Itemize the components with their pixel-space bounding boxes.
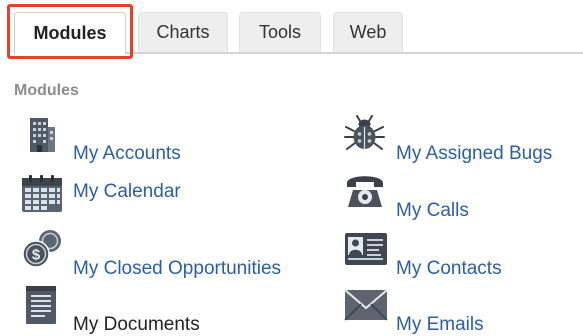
- module-my-contacts[interactable]: My Contacts: [344, 228, 524, 282]
- module-my-calendar[interactable]: My Calendar: [20, 172, 200, 218]
- tab-charts[interactable]: Charts: [138, 12, 228, 52]
- envelope-icon: [344, 288, 388, 327]
- module-label-my-accounts[interactable]: My Accounts: [73, 143, 181, 165]
- module-my-documents[interactable]: My Documents: [22, 284, 222, 336]
- coins-icon: $: [20, 228, 66, 275]
- module-my-assigned-bugs[interactable]: My Assigned Bugs: [344, 115, 574, 165]
- module-label-my-emails[interactable]: My Emails: [396, 314, 484, 336]
- calendar-icon: [20, 174, 64, 219]
- module-my-accounts[interactable]: My Accounts: [22, 115, 202, 165]
- phone-icon: [344, 170, 386, 215]
- bug-icon: [344, 115, 386, 160]
- module-my-calls[interactable]: My Calls: [344, 170, 504, 226]
- svg-text:$: $: [32, 247, 41, 264]
- document-icon: [22, 284, 62, 331]
- module-label-my-closed-opportunities[interactable]: My Closed Opportunities: [73, 258, 281, 280]
- tab-modules[interactable]: Modules: [14, 12, 126, 54]
- building-icon: [22, 115, 62, 160]
- module-label-my-calls[interactable]: My Calls: [396, 200, 469, 222]
- contact-card-icon: [344, 230, 388, 273]
- module-label-my-contacts[interactable]: My Contacts: [396, 258, 502, 280]
- module-label-my-calendar[interactable]: My Calendar: [73, 181, 181, 203]
- section-label: Modules: [14, 82, 79, 99]
- tab-bar: Modules Charts Tools Web: [0, 0, 583, 60]
- tab-tools[interactable]: Tools: [239, 12, 321, 52]
- tab-web[interactable]: Web: [333, 12, 403, 52]
- module-label-my-assigned-bugs[interactable]: My Assigned Bugs: [396, 143, 552, 165]
- module-label-my-documents[interactable]: My Documents: [73, 314, 200, 336]
- module-my-emails[interactable]: My Emails: [344, 284, 504, 336]
- module-my-closed-opportunities[interactable]: $ My Closed Opportunities: [20, 228, 300, 282]
